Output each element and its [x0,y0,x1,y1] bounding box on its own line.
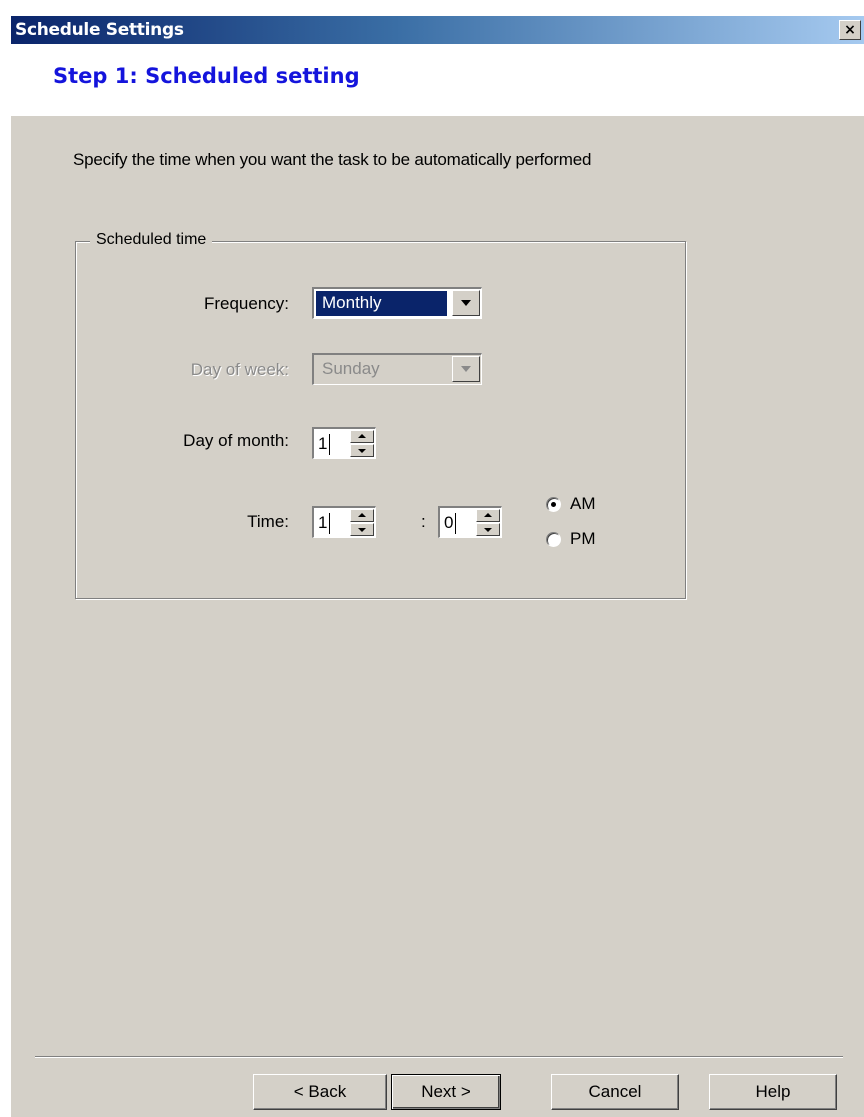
next-button[interactable]: Next > [391,1074,501,1110]
title-bar[interactable]: Schedule Settings × [11,16,864,44]
day-of-week-value: Sunday [322,359,380,378]
day-of-month-label: Day of month: [183,431,289,450]
wizard-header: Step 1: Scheduled setting [11,44,864,116]
day-of-month-value[interactable]: 1 [318,432,332,456]
day-of-month-decrement-button[interactable] [350,444,374,457]
minute-increment-button[interactable] [476,509,500,522]
arrow-down-icon [358,449,366,453]
day-of-week-label: Day of week: [190,360,289,379]
arrow-up-icon [358,434,366,438]
time-label: Time: [247,512,289,531]
pm-radio-option[interactable]: PM [546,529,636,553]
arrow-up-icon [358,513,366,517]
day-of-month-spin-buttons [350,430,374,457]
pm-label[interactable]: PM [570,529,596,549]
am-label[interactable]: AM [570,494,596,514]
day-of-week-dropdown-button[interactable] [452,356,480,382]
close-icon: × [844,22,856,38]
time-separator: : [421,512,426,531]
arrow-up-icon [484,513,492,517]
frequency-label: Frequency: [203,294,289,313]
window-title: Schedule Settings [15,20,184,40]
minute-spinner[interactable]: 0 [438,506,502,538]
hour-spin-buttons [350,509,374,536]
hour-increment-button[interactable] [350,509,374,522]
am-radio[interactable] [546,497,561,512]
hour-spinner[interactable]: 1 [312,506,376,538]
arrow-down-icon [484,528,492,532]
frequency-dropdown-button[interactable] [452,290,480,316]
step-title: Step 1: Scheduled setting [53,64,360,88]
footer-separator [35,1056,843,1058]
hour-decrement-button[interactable] [350,523,374,536]
minute-decrement-button[interactable] [476,523,500,536]
frequency-dropdown[interactable]: Monthly [312,287,482,319]
frequency-value: Monthly [316,291,447,316]
pm-radio[interactable] [546,532,561,547]
help-button[interactable]: Help [709,1074,837,1110]
radio-selected-dot [551,502,556,507]
cancel-button[interactable]: Cancel [551,1074,679,1110]
instruction-text: Specify the time when you want the task … [73,150,592,169]
back-button[interactable]: < Back [253,1074,387,1110]
hour-value[interactable]: 1 [318,511,332,535]
chevron-down-icon [461,300,471,306]
minute-spin-buttons [476,509,500,536]
chevron-down-icon [461,366,471,372]
minute-value[interactable]: 0 [444,511,458,535]
day-of-week-dropdown[interactable]: Sunday [312,353,482,385]
close-button[interactable]: × [839,20,861,40]
scheduled-time-group: Scheduled time Frequency: Monthly Day of… [75,231,686,599]
am-radio-option[interactable]: AM [546,494,636,518]
schedule-settings-dialog: Schedule Settings × Step 1: Scheduled se… [10,16,864,1117]
arrow-down-icon [358,528,366,532]
group-title: Scheduled time [90,231,213,249]
day-of-month-increment-button[interactable] [350,430,374,443]
day-of-month-spinner[interactable]: 1 [312,427,376,459]
